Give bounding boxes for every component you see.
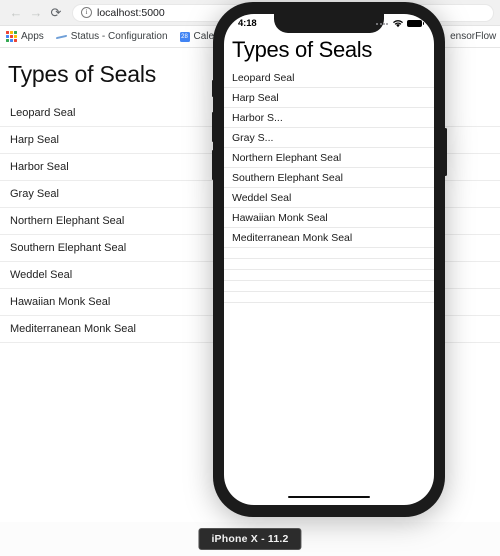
list-item[interactable]: Hawaiian Monk Seal: [224, 208, 434, 228]
status-indicators: [376, 19, 425, 28]
volume-down-button[interactable]: [211, 150, 214, 180]
phone-mockup: 4:18 Types of Seals Leopard Seal Harp Se…: [211, 2, 447, 517]
phone-frame: 4:18 Types of Seals Leopard Seal Harp Se…: [211, 2, 447, 517]
home-indicator[interactable]: [288, 495, 370, 498]
bookmark-label: Apps: [21, 31, 44, 42]
list-item[interactable]: Northern Elephant Seal: [224, 148, 434, 168]
app-seal-list: Leopard Seal Harp Seal Harbor S... Gray …: [224, 68, 434, 303]
list-item[interactable]: Southern Elephant Seal: [224, 168, 434, 188]
wifi-icon: [393, 20, 403, 28]
list-item-empty: [224, 248, 434, 259]
site-info-icon[interactable]: i: [81, 7, 92, 18]
calendar-icon: 28: [179, 31, 190, 42]
bookmark-label: Status - Configuration: [70, 31, 168, 42]
device-label: iPhone X - 11.2: [198, 528, 302, 550]
battery-icon: [407, 19, 425, 28]
list-item[interactable]: Harbor S...: [224, 108, 434, 128]
status-dash-icon: [56, 32, 67, 42]
phone-screen: 4:18 Types of Seals Leopard Seal Harp Se…: [224, 14, 434, 505]
list-item[interactable]: Weddel Seal: [224, 188, 434, 208]
reload-icon: ⟳: [50, 5, 62, 20]
bookmark-apps[interactable]: Apps: [6, 31, 44, 42]
back-button[interactable]: ←: [6, 3, 26, 23]
app-title: Types of Seals: [232, 37, 373, 62]
list-item[interactable]: Harp Seal: [224, 88, 434, 108]
silent-switch[interactable]: [211, 80, 214, 97]
reload-button[interactable]: ⟳: [46, 3, 66, 23]
bookmark-tensorflow[interactable]: ensorFlow: [450, 31, 496, 42]
apps-grid-icon: [6, 31, 17, 42]
bookmark-label: ensorFlow: [450, 31, 497, 42]
forward-button[interactable]: →: [26, 3, 46, 23]
arrow-right-icon: →: [29, 5, 43, 20]
arrow-left-icon: ←: [9, 5, 23, 20]
volume-up-button[interactable]: [211, 112, 214, 142]
list-item[interactable]: Leopard Seal: [224, 68, 434, 88]
list-item-empty: [224, 270, 434, 281]
url-text: localhost:5000: [97, 6, 165, 19]
signal-dots-icon: [376, 22, 388, 25]
list-item[interactable]: Gray S...: [224, 128, 434, 148]
list-item-empty: [224, 281, 434, 292]
status-time: 4:18: [238, 18, 257, 29]
bookmark-status-configuration[interactable]: Status - Configuration: [56, 31, 168, 42]
list-item-empty: [224, 259, 434, 270]
status-bar: 4:18: [224, 14, 434, 33]
list-item[interactable]: Mediterranean Monk Seal: [224, 228, 434, 248]
power-button[interactable]: [444, 128, 447, 176]
list-item-empty: [224, 292, 434, 303]
